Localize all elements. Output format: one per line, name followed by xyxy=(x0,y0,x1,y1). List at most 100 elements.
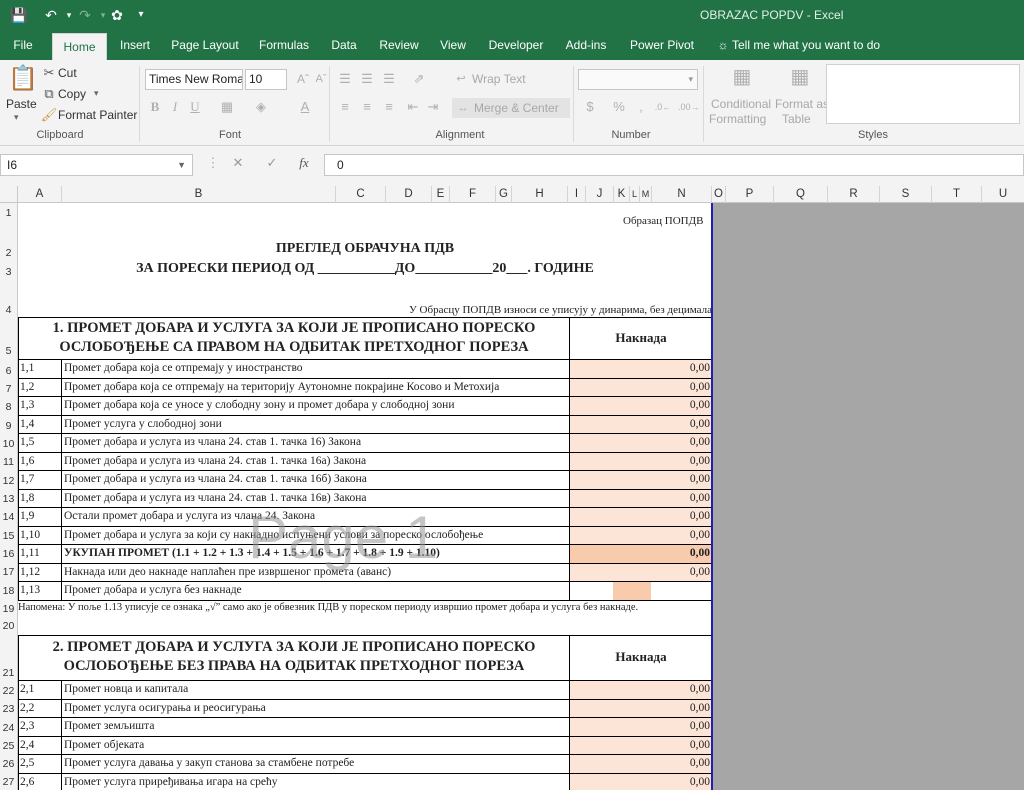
font-size-select[interactable]: 10 xyxy=(245,69,287,90)
amount-cell[interactable]: 0,00 xyxy=(570,563,712,581)
column-header[interactable]: B xyxy=(62,186,336,203)
insert-function-icon[interactable]: fx xyxy=(294,155,314,171)
tab-formulas[interactable]: Formulas xyxy=(256,30,312,60)
amount-cell[interactable]: 0,00 xyxy=(570,545,712,563)
amount-cell[interactable]: 0,00 xyxy=(570,452,712,470)
column-header[interactable]: H xyxy=(512,186,568,203)
row-header[interactable]: 21 xyxy=(0,667,17,679)
amount-cell[interactable]: 0,00 xyxy=(570,681,712,699)
tab-insert[interactable]: Insert xyxy=(114,30,156,60)
row-header[interactable]: 4 xyxy=(0,304,17,316)
row-header[interactable]: 3 xyxy=(0,266,17,278)
column-header[interactable]: N xyxy=(652,186,712,203)
cut-button[interactable]: Cut xyxy=(58,66,77,80)
formula-input[interactable]: 0 xyxy=(324,154,1024,176)
select-all-button[interactable] xyxy=(0,186,18,203)
macro-icon[interactable]: ✿ xyxy=(106,5,128,25)
column-header[interactable]: J xyxy=(586,186,614,203)
copy-dropdown-icon[interactable]: ▾ xyxy=(94,88,99,99)
tell-me-search[interactable]: Tell me what you want to do xyxy=(732,30,880,60)
row-header[interactable]: 13 xyxy=(0,493,17,505)
row-header[interactable]: 18 xyxy=(0,585,17,597)
row-header[interactable]: 26 xyxy=(0,758,17,770)
amount-cell[interactable]: 0,00 xyxy=(570,508,712,526)
amount-cell[interactable]: 0,00 xyxy=(570,397,712,415)
row-header[interactable]: 11 xyxy=(0,456,17,468)
column-header[interactable]: L xyxy=(630,186,640,203)
tab-developer[interactable]: Developer xyxy=(486,30,546,60)
row-header[interactable]: 7 xyxy=(0,383,17,395)
amount-cell[interactable] xyxy=(613,582,651,600)
row-header[interactable]: 19 xyxy=(0,603,17,615)
tab-file[interactable]: File xyxy=(8,30,38,60)
column-header[interactable]: C xyxy=(336,186,386,203)
amount-cell[interactable]: 0,00 xyxy=(570,434,712,452)
tab-view[interactable]: View xyxy=(436,30,470,60)
amount-cell[interactable]: 0,00 xyxy=(570,736,712,754)
save-icon[interactable]: 💾 xyxy=(8,5,30,25)
name-box[interactable]: I6 ▼ xyxy=(0,154,193,176)
row-header[interactable]: 1 xyxy=(0,207,17,219)
column-header[interactable]: R xyxy=(828,186,880,203)
row-header[interactable]: 16 xyxy=(0,548,17,560)
worksheet-page[interactable]: Образац ПОПДВ ПРЕГЛЕД ОБРАЧУНА ПДВ ЗА ПО… xyxy=(18,203,712,790)
paste-icon[interactable]: 📋 xyxy=(8,64,38,94)
tab-power-pivot[interactable]: Power Pivot xyxy=(626,30,698,60)
enter-icon[interactable]: ✓ xyxy=(262,155,282,171)
column-header[interactable]: U xyxy=(982,186,1024,203)
column-header[interactable]: Q xyxy=(774,186,828,203)
row-header[interactable]: 10 xyxy=(0,438,17,450)
row-header[interactable]: 2 xyxy=(0,247,17,259)
amount-cell[interactable]: 0,00 xyxy=(570,773,712,790)
paste-dropdown-icon[interactable]: ▾ xyxy=(14,112,19,123)
tab-data[interactable]: Data xyxy=(328,30,360,60)
tab-home[interactable]: Home xyxy=(52,33,107,60)
column-header[interactable]: P xyxy=(726,186,774,203)
amount-cell[interactable]: 0,00 xyxy=(570,471,712,489)
column-header[interactable]: S xyxy=(880,186,932,203)
row-header[interactable]: 23 xyxy=(0,703,17,715)
font-name-select[interactable]: Times New Roma xyxy=(145,69,243,90)
row-header[interactable]: 6 xyxy=(0,365,17,377)
copy-button[interactable]: Copy xyxy=(58,87,86,101)
cut-icon[interactable]: ✂ xyxy=(40,64,58,82)
amount-cell[interactable]: 0,00 xyxy=(570,755,712,773)
format-painter-icon[interactable]: 🖌 xyxy=(40,106,58,124)
amount-cell[interactable]: 0,00 xyxy=(570,415,712,433)
amount-cell[interactable]: 0,00 xyxy=(570,360,712,378)
column-header[interactable]: D xyxy=(386,186,432,203)
amount-cell[interactable]: 0,00 xyxy=(570,526,712,544)
row-header[interactable]: 9 xyxy=(0,420,17,432)
tab-page-layout[interactable]: Page Layout xyxy=(168,30,242,60)
row-header[interactable]: 25 xyxy=(0,740,17,752)
row-header[interactable]: 22 xyxy=(0,685,17,697)
cancel-icon[interactable]: ✕ xyxy=(228,155,248,171)
row-header[interactable]: 8 xyxy=(0,401,17,413)
amount-cell[interactable]: 0,00 xyxy=(570,718,712,736)
tab-add-ins[interactable]: Add-ins xyxy=(562,30,610,60)
row-header[interactable]: 5 xyxy=(0,345,17,357)
row-header[interactable]: 15 xyxy=(0,530,17,542)
row-header[interactable]: 24 xyxy=(0,722,17,734)
name-box-dropdown-icon[interactable]: ▼ xyxy=(177,155,186,175)
column-header[interactable]: F xyxy=(450,186,496,203)
row-header[interactable]: 12 xyxy=(0,475,17,487)
column-header[interactable]: E xyxy=(432,186,450,203)
column-header[interactable]: G xyxy=(496,186,512,203)
customize-toolbar-icon[interactable]: ▾ xyxy=(130,5,152,25)
row-header[interactable]: 17 xyxy=(0,566,17,578)
amount-cell[interactable]: 0,00 xyxy=(570,699,712,717)
column-header[interactable]: O xyxy=(712,186,726,203)
row-header[interactable]: 20 xyxy=(0,620,17,632)
copy-icon[interactable]: ⧉ xyxy=(40,85,58,103)
amount-cell[interactable]: 0,00 xyxy=(570,378,712,396)
row-header[interactable]: 27 xyxy=(0,776,17,788)
column-header[interactable]: A xyxy=(18,186,62,203)
paste-button[interactable]: Paste xyxy=(6,97,37,111)
format-painter-button[interactable]: Format Painter xyxy=(58,108,137,122)
amount-cell[interactable]: 0,00 xyxy=(570,489,712,507)
tab-review[interactable]: Review xyxy=(376,30,422,60)
column-header[interactable]: T xyxy=(932,186,982,203)
row-header[interactable]: 14 xyxy=(0,511,17,523)
column-header[interactable]: M xyxy=(640,186,652,203)
